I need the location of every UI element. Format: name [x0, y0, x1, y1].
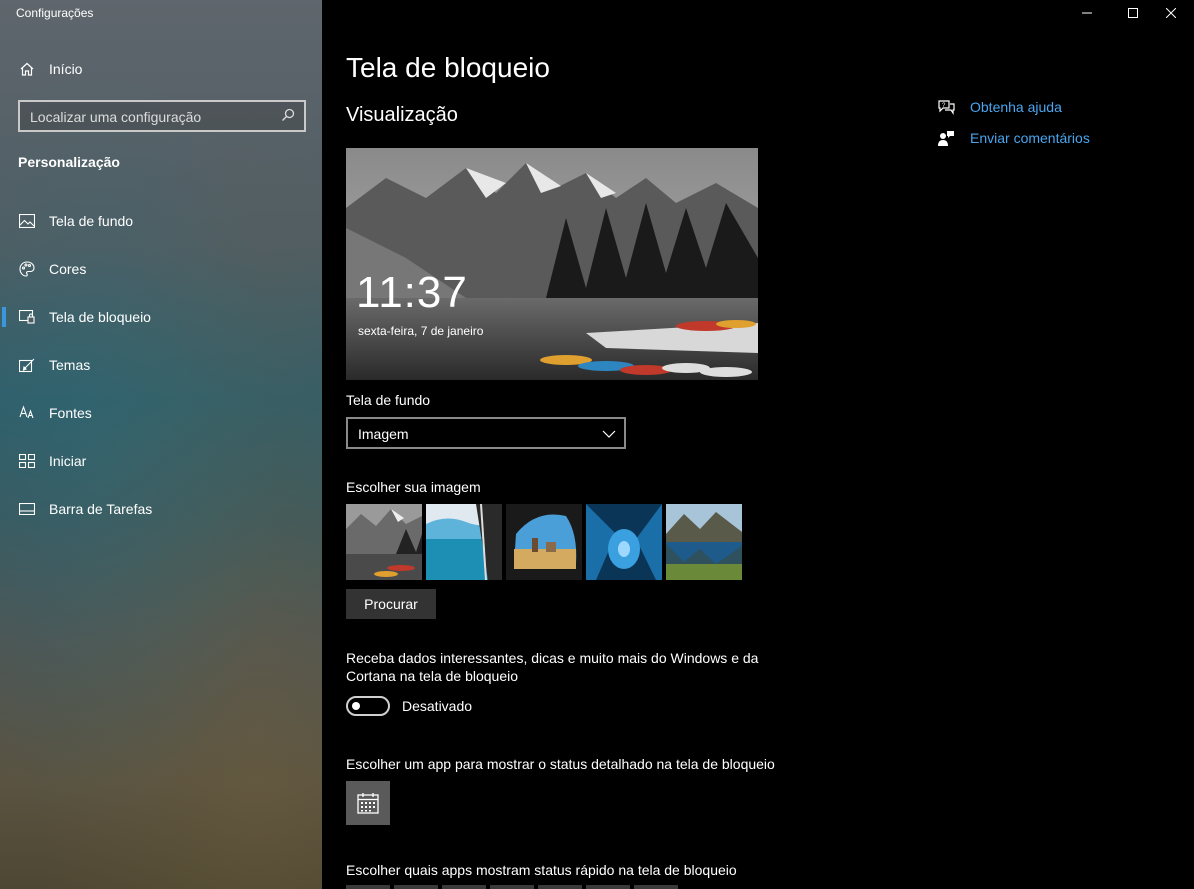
image-thumbnail-3[interactable]: [506, 504, 582, 580]
fun-facts-toggle[interactable]: [346, 696, 390, 716]
minimize-button[interactable]: [1064, 0, 1110, 26]
feedback-icon: [937, 129, 955, 147]
calendar-icon: [357, 793, 379, 814]
detailed-status-app-button[interactable]: [346, 781, 390, 825]
brush-icon: [18, 356, 36, 374]
get-help-link[interactable]: Obtenha ajuda: [970, 99, 1062, 115]
background-dropdown-value: Imagem: [358, 426, 409, 442]
toggle-knob: [352, 702, 360, 710]
nav-home[interactable]: Início: [0, 49, 322, 89]
quick-status-app-button[interactable]: [490, 885, 534, 889]
sidebar: Configurações Início Localizar uma confi…: [0, 0, 322, 889]
quick-status-app-button[interactable]: [538, 885, 582, 889]
quick-status-label: Escolher quais apps mostram status rápid…: [346, 862, 737, 878]
fun-facts-text-line2: Cortana na tela de bloqueio: [346, 668, 519, 684]
send-feedback-link[interactable]: Enviar comentários: [970, 130, 1090, 146]
lock-screen-preview: 11:37 sexta-feira, 7 de janeiro: [346, 148, 758, 380]
quick-status-app-button[interactable]: [442, 885, 486, 889]
sidebar-item-tela-de-fundo[interactable]: Tela de fundo: [0, 201, 322, 241]
font-icon: [18, 404, 36, 422]
sidebar-item-label: Tela de fundo: [49, 213, 134, 229]
detailed-status-label: Escolher um app para mostrar o status de…: [346, 756, 775, 772]
image-thumbnail-1[interactable]: [346, 504, 422, 580]
background-dropdown[interactable]: Imagem: [346, 417, 626, 449]
preview-heading: Visualização: [346, 104, 458, 126]
section-title: Personalização: [18, 154, 120, 170]
image-icon: [18, 212, 36, 230]
preview-date: sexta-feira, 7 de janeiro: [358, 324, 484, 338]
browse-button[interactable]: Procurar: [346, 589, 436, 619]
sidebar-item-label: Barra de Tarefas: [49, 501, 153, 517]
image-thumbnail-2[interactable]: [426, 504, 502, 580]
nav-home-label: Início: [49, 61, 83, 77]
image-thumbnail-4[interactable]: [586, 504, 662, 580]
quick-status-app-button[interactable]: [586, 885, 630, 889]
fun-facts-text-line1: Receba dados interessantes, dicas e muit…: [346, 650, 759, 666]
sidebar-item-label: Iniciar: [49, 453, 87, 469]
help-chat-icon: ?: [937, 98, 955, 116]
lock-screen-icon: [18, 308, 36, 326]
window-title: Configurações: [16, 6, 94, 20]
quick-status-app-button[interactable]: [634, 885, 678, 889]
palette-icon: [18, 260, 36, 278]
sidebar-item-temas[interactable]: Temas: [0, 345, 322, 385]
search-placeholder: Localizar uma configuração: [30, 109, 202, 125]
sidebar-item-label: Tela de bloqueio: [49, 309, 151, 325]
choose-image-label: Escolher sua imagem: [346, 479, 481, 495]
image-thumbnail-5[interactable]: [666, 504, 742, 580]
sidebar-item-label: Temas: [49, 357, 91, 373]
sidebar-item-label: Cores: [49, 261, 87, 277]
sidebar-item-label: Fontes: [49, 405, 92, 421]
taskbar-icon: [18, 500, 36, 518]
sidebar-item-tela-de-bloqueio[interactable]: Tela de bloqueio: [0, 297, 322, 337]
start-icon: [18, 452, 36, 470]
toggle-state-label: Desativado: [402, 698, 473, 714]
search-input[interactable]: Localizar uma configuração: [18, 100, 306, 132]
page-title: Tela de bloqueio: [346, 52, 550, 83]
sidebar-item-barra-de-tarefas[interactable]: Barra de Tarefas: [0, 489, 322, 529]
maximize-icon: [1128, 8, 1138, 18]
sidebar-item-cores[interactable]: Cores: [0, 249, 322, 289]
active-indicator: [2, 307, 6, 327]
quick-status-app-button[interactable]: [346, 885, 390, 889]
close-button[interactable]: [1148, 0, 1194, 26]
sidebar-item-fontes[interactable]: Fontes: [0, 393, 322, 433]
background-label: Tela de fundo: [346, 392, 431, 408]
chevron-down-icon: [602, 427, 616, 441]
quick-status-app-button[interactable]: [394, 885, 438, 889]
minimize-icon: [1082, 12, 1092, 14]
lock-screen-preview-image: [346, 148, 758, 380]
sidebar-item-iniciar[interactable]: Iniciar: [0, 441, 322, 481]
close-icon: [1166, 8, 1176, 18]
preview-clock: 11:37: [356, 268, 468, 317]
search-icon[interactable]: [280, 107, 298, 125]
home-icon: [18, 60, 36, 78]
